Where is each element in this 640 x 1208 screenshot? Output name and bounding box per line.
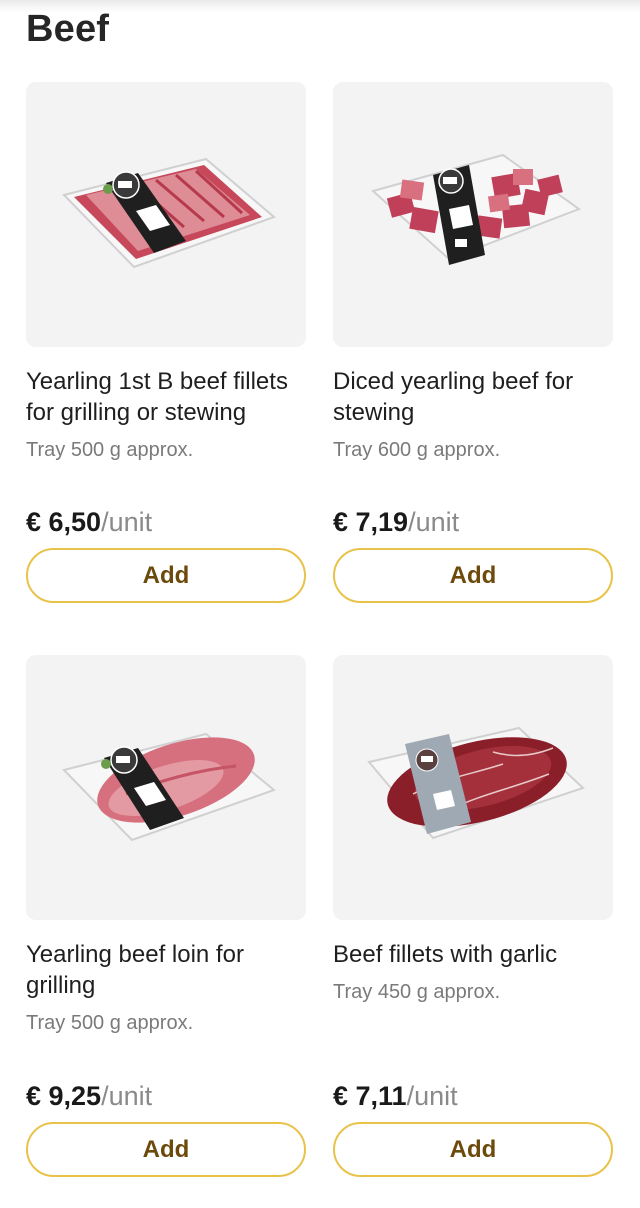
diced-beef-tray-image: [370, 153, 582, 265]
price-row: € 7,11/unit: [333, 1080, 458, 1112]
product-image[interactable]: [26, 655, 306, 920]
price-unit: /unit: [101, 507, 153, 537]
price-unit: /unit: [101, 1081, 153, 1111]
product-image[interactable]: [26, 82, 306, 347]
add-button[interactable]: Add: [333, 548, 613, 603]
product-price: € 6,50: [26, 507, 102, 537]
price-unit: /unit: [406, 1081, 458, 1111]
product-name[interactable]: Yearling beef loin for grilling: [26, 939, 308, 1001]
add-button[interactable]: Add: [333, 1122, 613, 1177]
beef-loin-tray-image: [62, 732, 277, 841]
product-price: € 7,19: [333, 507, 409, 537]
product-name[interactable]: Diced yearling beef for stewing: [333, 366, 615, 428]
product-card[interactable]: Diced yearling beef for stewing Tray 600…: [333, 82, 615, 603]
add-button[interactable]: Add: [26, 1122, 306, 1177]
product-card[interactable]: Yearling beef loin for grilling Tray 500…: [26, 655, 308, 1177]
product-weight: Tray 600 g approx.: [333, 439, 501, 461]
section-title: Beef: [26, 8, 110, 50]
price-row: € 6,50/unit: [26, 506, 152, 538]
product-weight: Tray 450 g approx.: [333, 981, 501, 1003]
product-card[interactable]: Yearling 1st B beef fillets for grilling…: [26, 82, 308, 603]
product-image[interactable]: [333, 82, 613, 347]
price-row: € 9,25/unit: [26, 1080, 152, 1112]
product-image[interactable]: [333, 655, 613, 920]
product-price: € 7,11: [333, 1081, 407, 1111]
product-price: € 9,25: [26, 1081, 102, 1111]
product-weight: Tray 500 g approx.: [26, 439, 194, 461]
beef-fillets-tray-image: [62, 157, 276, 268]
product-name[interactable]: Beef fillets with garlic: [333, 939, 615, 970]
price-unit: /unit: [408, 507, 460, 537]
product-card[interactable]: Beef fillets with garlic Tray 450 g appr…: [333, 655, 615, 1177]
product-name[interactable]: Yearling 1st B beef fillets for grilling…: [26, 366, 308, 428]
add-button[interactable]: Add: [26, 548, 306, 603]
garlic-beef-fillets-tray-image: [367, 726, 585, 839]
price-row: € 7,19/unit: [333, 506, 459, 538]
product-weight: Tray 500 g approx.: [26, 1012, 194, 1034]
